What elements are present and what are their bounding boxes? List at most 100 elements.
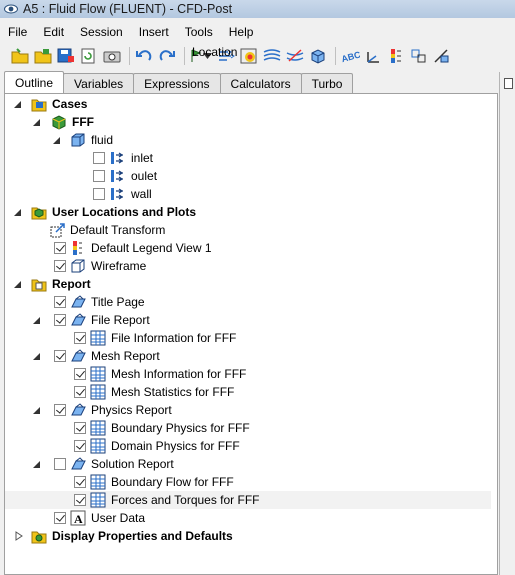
viewer-edge [499, 72, 515, 575]
tree-label: Display Properties and Defaults [52, 529, 233, 543]
visibility-checkbox[interactable] [74, 422, 86, 434]
particle-track-icon[interactable] [285, 46, 305, 66]
tree-row-forces-torques[interactable]: Forces and Torques for FFF [5, 491, 491, 509]
collapsed-triangle-icon[interactable] [14, 531, 24, 541]
load-state-icon[interactable] [33, 46, 53, 66]
visibility-checkbox[interactable] [74, 440, 86, 452]
tree-label: Physics Report [91, 403, 172, 417]
expand-triangle-icon[interactable] [32, 351, 42, 361]
table-icon [90, 366, 106, 382]
table-icon [90, 492, 106, 508]
table-icon [90, 330, 106, 346]
tree-label: File Report [91, 313, 150, 327]
tree-label: Solution Report [91, 457, 174, 471]
table-icon [90, 384, 106, 400]
undo-icon[interactable] [134, 46, 154, 66]
volume-rendering-icon[interactable] [308, 46, 328, 66]
menu-help[interactable]: Help [221, 25, 262, 39]
tab-turbo[interactable]: Turbo [300, 73, 354, 93]
tree-label: fluid [91, 133, 114, 147]
tree-label: Mesh Information for FFF [111, 367, 247, 381]
instance-transform-icon[interactable] [409, 46, 429, 66]
visibility-checkbox[interactable] [74, 332, 86, 344]
visibility-checkbox[interactable] [54, 458, 66, 470]
clip-plane-icon[interactable] [432, 46, 452, 66]
text-a-icon: A [70, 510, 86, 526]
app-eye-icon [4, 4, 18, 14]
redo-icon[interactable] [157, 46, 177, 66]
tree-label: Title Page [91, 295, 145, 309]
visibility-checkbox[interactable] [54, 314, 66, 326]
tree-label: Cases [52, 97, 88, 111]
visibility-checkbox[interactable] [74, 476, 86, 488]
domain-box-icon [71, 133, 85, 147]
legend-icon[interactable] [386, 46, 406, 66]
expand-triangle-icon[interactable] [32, 405, 42, 415]
camera-icon[interactable] [102, 46, 122, 66]
visibility-checkbox[interactable] [93, 188, 105, 200]
tab-outline[interactable]: Outline [4, 71, 65, 93]
coordinate-frame-icon[interactable] [363, 46, 383, 66]
table-icon [90, 474, 106, 490]
expand-triangle-icon[interactable] [32, 117, 42, 127]
report-page-icon [71, 349, 86, 362]
visibility-checkbox[interactable] [74, 494, 86, 506]
visibility-checkbox[interactable] [93, 152, 105, 164]
menu-file[interactable]: File [0, 25, 35, 39]
menu-edit[interactable]: Edit [35, 25, 72, 39]
visibility-checkbox[interactable] [74, 368, 86, 380]
report-page-icon [71, 313, 86, 326]
table-icon [90, 420, 106, 436]
tree-label: Default Legend View 1 [91, 241, 212, 255]
boundary-wall-icon [111, 188, 124, 200]
visibility-checkbox[interactable] [54, 350, 66, 362]
visibility-checkbox[interactable] [74, 386, 86, 398]
case-cube-icon [52, 115, 66, 130]
toolbar-separator [129, 47, 130, 65]
text-abc-icon[interactable]: ABC [340, 46, 360, 66]
visibility-checkbox[interactable] [54, 512, 66, 524]
tree-label: wall [131, 187, 152, 201]
location-dropdown[interactable]: Location [189, 45, 237, 66]
page-icon [504, 78, 513, 89]
table-icon [90, 438, 106, 454]
expand-triangle-icon[interactable] [52, 135, 62, 145]
expand-triangle-icon[interactable] [32, 315, 42, 325]
visibility-checkbox[interactable] [54, 242, 66, 254]
streamline-icon[interactable] [262, 46, 282, 66]
boundary-inlet-icon [111, 152, 124, 164]
tab-bar: Outline Variables Expressions Calculator… [4, 71, 354, 93]
visibility-checkbox[interactable] [54, 404, 66, 416]
report-page-icon [71, 295, 86, 308]
tab-calculators[interactable]: Calculators [219, 73, 302, 93]
visibility-checkbox[interactable] [54, 296, 66, 308]
tree-label: oulet [131, 169, 158, 183]
location-label: Location [192, 45, 238, 59]
tree-label: User Data [91, 511, 146, 525]
refresh-icon[interactable] [79, 46, 99, 66]
report-folder-icon [31, 279, 47, 292]
report-page-icon [71, 403, 86, 416]
boundary-outlet-icon [111, 170, 124, 182]
title-bar: A5 : Fluid Flow (FLUENT) - CFD-Post [0, 0, 515, 18]
user-locations-folder-icon [31, 207, 47, 220]
menu-bar: File Edit Session Insert Tools Help [0, 22, 515, 42]
tab-expressions[interactable]: Expressions [133, 73, 221, 93]
open-folder-icon[interactable] [10, 46, 30, 66]
menu-session[interactable]: Session [72, 25, 131, 39]
svg-text:A: A [74, 512, 83, 526]
visibility-checkbox[interactable] [93, 170, 105, 182]
tree-label: Forces and Torques for FFF [111, 493, 260, 507]
contour-icon[interactable] [239, 46, 259, 66]
tree-label: FFF [72, 115, 94, 129]
save-icon[interactable] [56, 46, 76, 66]
expand-triangle-icon[interactable] [13, 99, 23, 109]
tab-variables[interactable]: Variables [63, 73, 135, 93]
expand-triangle-icon[interactable] [32, 459, 42, 469]
expand-triangle-icon[interactable] [13, 207, 23, 217]
visibility-checkbox[interactable] [54, 260, 66, 272]
menu-tools[interactable]: Tools [177, 25, 221, 39]
tree-label: File Information for FFF [111, 331, 237, 345]
expand-triangle-icon[interactable] [13, 279, 23, 289]
menu-insert[interactable]: Insert [131, 25, 177, 39]
